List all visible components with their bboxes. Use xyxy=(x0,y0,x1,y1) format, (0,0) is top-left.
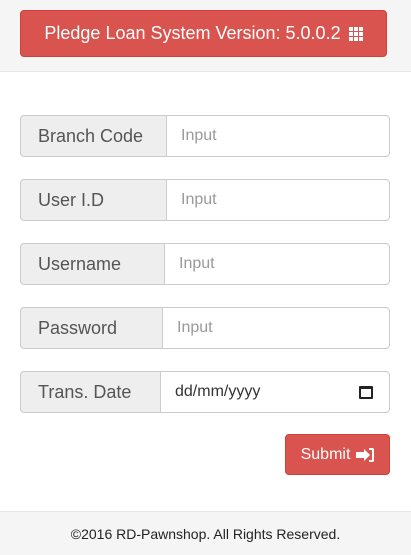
branch-code-field[interactable] xyxy=(166,115,390,157)
trans-date-value: dd/mm/yyyy xyxy=(175,383,261,400)
grid-icon xyxy=(348,26,363,41)
sign-in-icon xyxy=(356,447,375,462)
password-input[interactable] xyxy=(177,319,389,337)
username-input[interactable] xyxy=(179,255,389,273)
system-title-label: Pledge Loan System Version: 5.0.0.2 xyxy=(44,23,341,43)
branch-code-input[interactable] xyxy=(181,127,389,145)
branch-code-label: Branch Code xyxy=(20,115,166,157)
password-group: Password xyxy=(20,307,390,349)
calendar-icon[interactable] xyxy=(359,385,373,399)
user-id-group: User I.D xyxy=(20,179,390,221)
branch-code-group: Branch Code xyxy=(20,115,390,157)
trans-date-input[interactable]: dd/mm/yyyy xyxy=(160,371,390,413)
footer: ©2016 RD-Pawnshop. All Rights Reserved. xyxy=(0,511,411,555)
username-group: Username xyxy=(20,243,390,285)
username-label: Username xyxy=(20,243,164,285)
password-label: Password xyxy=(20,307,162,349)
trans-date-label: Trans. Date xyxy=(20,371,160,413)
user-id-field[interactable] xyxy=(166,179,390,221)
submit-button[interactable]: Submit xyxy=(285,434,390,475)
system-title-button[interactable]: Pledge Loan System Version: 5.0.0.2 xyxy=(20,10,387,57)
username-field[interactable] xyxy=(164,243,390,285)
user-id-input[interactable] xyxy=(181,191,389,209)
password-field[interactable] xyxy=(162,307,390,349)
trans-date-group: Trans. Date dd/mm/yyyy xyxy=(20,371,390,413)
user-id-label: User I.D xyxy=(20,179,166,221)
header-bar: Pledge Loan System Version: 5.0.0.2 xyxy=(0,0,411,72)
submit-label: Submit xyxy=(300,445,351,463)
copyright-text: ©2016 RD-Pawnshop. All Rights Reserved. xyxy=(70,525,341,542)
